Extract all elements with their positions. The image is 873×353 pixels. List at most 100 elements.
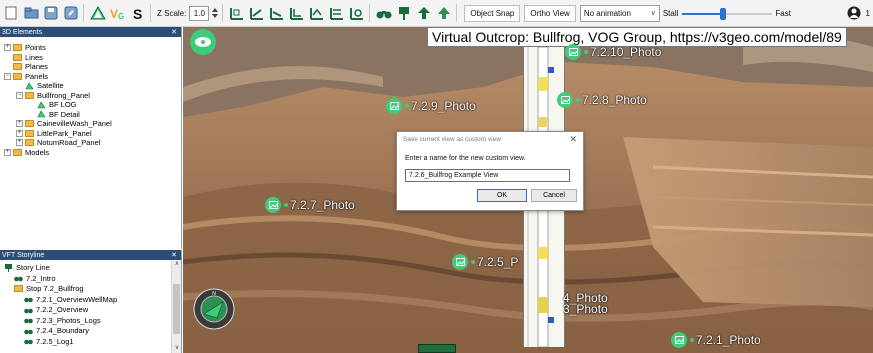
object-snap-button[interactable]: Object Snap bbox=[464, 4, 521, 22]
ok-button[interactable]: OK bbox=[477, 189, 527, 202]
expand-icon[interactable]: + bbox=[4, 44, 11, 51]
storyline-pane: VFT Storyline ✕ Story Line 7.2_Intro Stop … bbox=[0, 250, 182, 353]
story-item[interactable]: 7.2_Intro bbox=[14, 274, 56, 283]
measure-4-icon[interactable] bbox=[288, 4, 306, 22]
vg-logo-icon[interactable]: VG bbox=[109, 4, 127, 22]
scroll-down-icon[interactable]: ∨ bbox=[172, 344, 182, 353]
story-item[interactable]: Stop 7.2_Bullfrog bbox=[14, 284, 84, 293]
storyline-pane-header: VFT Storyline ✕ bbox=[0, 250, 181, 260]
new-file-icon[interactable] bbox=[2, 4, 20, 22]
tree-item-label: Lines bbox=[25, 52, 43, 62]
story-item-label: 7.2.3_Photos_Logs bbox=[36, 315, 101, 325]
cancel-button[interactable]: Cancel bbox=[531, 189, 577, 202]
story-item[interactable]: 7.2.4_Boundary bbox=[24, 326, 89, 335]
navigation-compass[interactable]: N bbox=[193, 288, 235, 330]
svg-text:G: G bbox=[118, 12, 124, 20]
tree-item[interactable]: − Bullfrong_Panel bbox=[16, 91, 90, 100]
close-icon[interactable]: ✕ bbox=[171, 251, 177, 259]
elements-pane-title: 3D Elements bbox=[2, 28, 43, 36]
photo-label: 7.2.7_Photo bbox=[290, 198, 355, 212]
animation-speed-slider[interactable] bbox=[682, 5, 773, 22]
story-item[interactable]: 7.2.5_Log1 bbox=[24, 337, 74, 346]
measure-2-icon[interactable] bbox=[248, 4, 266, 22]
expand-icon[interactable]: + bbox=[4, 148, 11, 156]
scroll-up-icon[interactable]: ∧ bbox=[172, 260, 182, 269]
photo-marker-7-2-7[interactable]: 7.2.7_Photo bbox=[265, 197, 355, 213]
measure-7-icon[interactable] bbox=[348, 4, 366, 22]
measure-3-icon[interactable] bbox=[268, 4, 286, 22]
collapse-icon[interactable]: − bbox=[4, 72, 11, 80]
binoculars-icon[interactable] bbox=[375, 4, 393, 22]
save-as-icon[interactable] bbox=[62, 4, 80, 22]
tree-item[interactable]: − Panels bbox=[4, 72, 48, 81]
elements-tree: + Points Lines Planes − Panels Satellite − Bullf… bbox=[0, 37, 181, 247]
tree-item[interactable]: + NotumRoad_Panel bbox=[16, 138, 100, 147]
zscale-spinner[interactable] bbox=[211, 4, 219, 22]
toggle-visibility-eye-button[interactable] bbox=[190, 29, 216, 55]
scroll-thumb[interactable] bbox=[173, 284, 180, 334]
triangle-warning-icon[interactable] bbox=[89, 4, 107, 22]
tree-item-label: Satellite bbox=[37, 81, 64, 90]
custom-view-name-input[interactable]: 7.2.6_Bullfrog Example View bbox=[405, 169, 570, 182]
tree-item[interactable]: + LittlePark_Panel bbox=[16, 129, 92, 138]
tree-item[interactable]: BF Detail bbox=[28, 110, 80, 119]
story-item[interactable]: 7.2.3_Photos_Logs bbox=[24, 316, 101, 325]
story-item-label: 7.2.4_Boundary bbox=[36, 326, 89, 335]
folder-icon bbox=[13, 53, 22, 61]
tree-item[interactable]: Satellite bbox=[16, 81, 64, 90]
tree-icon[interactable] bbox=[415, 4, 433, 22]
user-account-icon[interactable] bbox=[845, 4, 863, 22]
toolbar-separator bbox=[456, 4, 458, 22]
measure-1-icon[interactable] bbox=[228, 4, 246, 22]
photo-label: 7.2.10_Photo bbox=[590, 45, 662, 59]
photo-marker-7-2-1[interactable]: 7.2.1_Photo bbox=[671, 332, 761, 348]
tree-item[interactable]: + Models bbox=[4, 148, 49, 157]
tree-item[interactable]: BF LOG bbox=[28, 100, 77, 109]
taskbar-thumbnail[interactable] bbox=[418, 344, 456, 353]
tree-item[interactable]: + CainevilleWash_Panel bbox=[16, 119, 112, 128]
collapse-icon[interactable]: − bbox=[16, 91, 23, 99]
expand-icon[interactable]: + bbox=[16, 129, 23, 137]
photo-icon bbox=[557, 92, 573, 108]
expand-icon[interactable]: + bbox=[16, 120, 23, 127]
photo-marker-7-2-9[interactable]: 7.2.9_Photo bbox=[386, 98, 476, 114]
photo-anchor-dot bbox=[584, 50, 588, 54]
tree-item-label: BF Detail bbox=[49, 109, 80, 119]
story-item[interactable]: 7.2.2_Overview bbox=[24, 305, 88, 314]
close-icon[interactable]: ✕ bbox=[569, 134, 577, 145]
tree-item[interactable]: Planes bbox=[4, 62, 48, 71]
ortho-view-button[interactable]: Ortho View bbox=[524, 4, 576, 22]
photo-label: 7.2.1_Photo bbox=[696, 333, 761, 347]
flag-icon[interactable] bbox=[395, 4, 413, 22]
animation-select[interactable]: No animation ∨ bbox=[579, 4, 660, 22]
story-item[interactable]: Story Line bbox=[4, 263, 50, 272]
measure-6-icon[interactable] bbox=[328, 4, 346, 22]
s-icon[interactable]: S bbox=[129, 4, 147, 22]
tree-item-label: NotumRoad_Panel bbox=[37, 138, 101, 147]
eye-icon bbox=[195, 37, 211, 47]
storyline-scrollbar[interactable]: ∧ ∨ bbox=[171, 260, 181, 353]
panel-image-icon bbox=[25, 81, 34, 90]
measure-5-icon[interactable] bbox=[308, 4, 326, 22]
tree-item-label: Panels bbox=[25, 71, 48, 81]
tree-item[interactable]: + Points bbox=[4, 43, 46, 52]
dialog-title: Save current view as custom view bbox=[403, 135, 501, 143]
tree-item-label: CainevilleWash_Panel bbox=[37, 119, 112, 128]
open-folder-icon[interactable] bbox=[22, 4, 40, 22]
photo-marker-7-2-8[interactable]: 7.2.8_Photo bbox=[557, 92, 647, 108]
binoculars-icon bbox=[24, 306, 33, 314]
slider-thumb[interactable] bbox=[719, 7, 726, 20]
story-item[interactable]: 7.2.1_OverviewWellMap bbox=[24, 295, 117, 304]
photo-anchor-dot bbox=[284, 203, 288, 207]
elements-pane-header: 3D Elements ✕ bbox=[0, 27, 181, 37]
photo-marker-7-2-5[interactable]: 7.2.5_P bbox=[452, 254, 518, 270]
photo-anchor-dot bbox=[471, 260, 475, 264]
tree-up-icon[interactable] bbox=[435, 4, 453, 22]
photo-marker-7-2-10[interactable]: 7.2.10_Photo bbox=[565, 44, 661, 60]
close-icon[interactable]: ✕ bbox=[171, 28, 177, 36]
tree-item[interactable]: Lines bbox=[4, 53, 43, 62]
expand-icon[interactable]: + bbox=[16, 139, 23, 146]
save-icon[interactable] bbox=[42, 4, 60, 22]
photo-marker-7-2-3[interactable]: 3_Photo bbox=[563, 302, 608, 316]
zscale-input[interactable]: 1.0 bbox=[189, 5, 210, 21]
